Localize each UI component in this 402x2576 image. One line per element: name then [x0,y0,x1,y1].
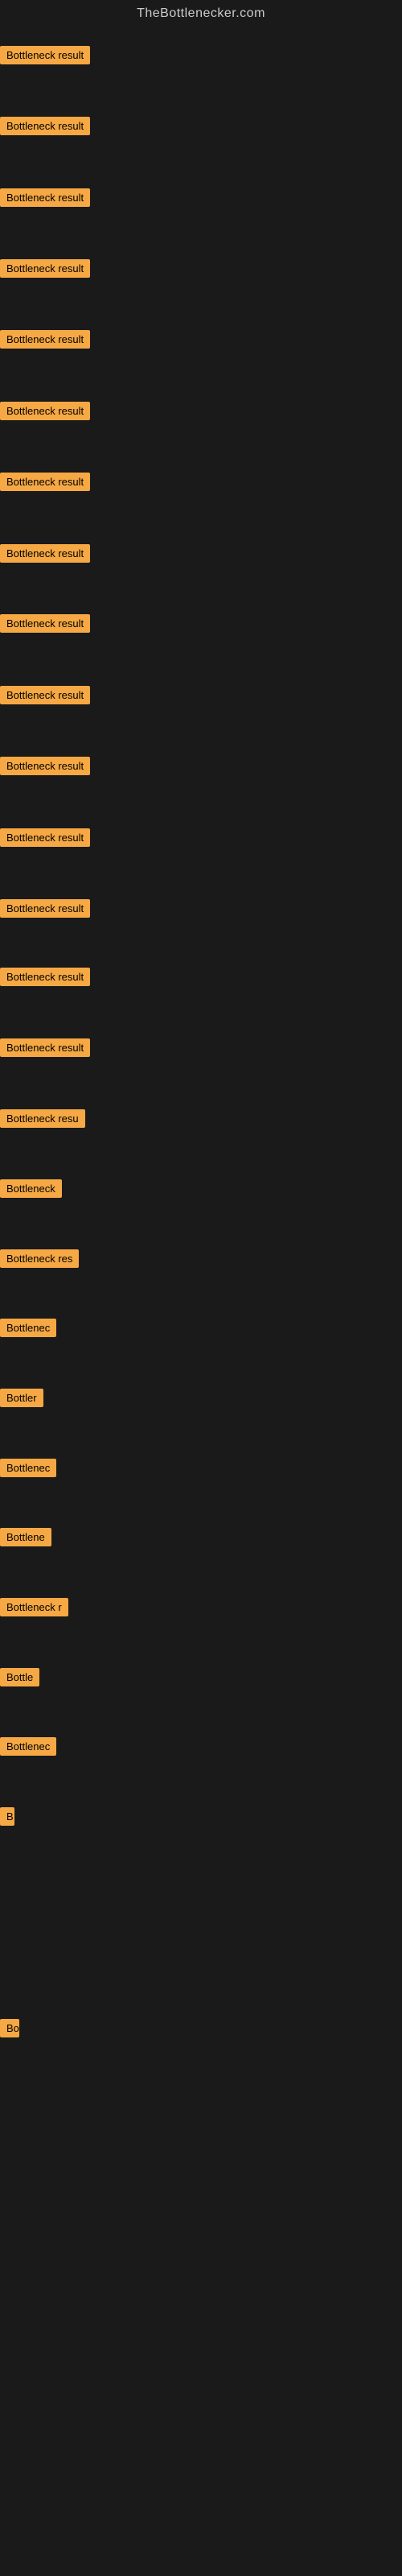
bottleneck-item: Bottleneck result [0,46,90,68]
bottleneck-badge[interactable]: Bottlenec [0,1459,56,1477]
bottleneck-badge[interactable]: Bottlenec [0,1737,56,1756]
bottleneck-badge[interactable]: Bottleneck result [0,473,90,491]
bottleneck-badge[interactable]: Bottleneck result [0,1038,90,1057]
site-title: TheBottlenecker.com [0,0,402,24]
bottleneck-badge[interactable]: Bottleneck result [0,544,90,563]
bottleneck-badge[interactable]: Bottleneck resu [0,1109,85,1128]
bottleneck-badge[interactable]: B [0,1807,14,1826]
bottleneck-badge[interactable]: Bottleneck result [0,188,90,207]
bottleneck-item: Bottleneck result [0,117,90,139]
bottleneck-badge[interactable]: Bottlene [0,1528,51,1546]
bottleneck-item: Bottleneck resu [0,1109,85,1132]
bottleneck-item: Bottleneck result [0,614,90,637]
bottleneck-badge[interactable]: Bottleneck result [0,117,90,135]
bottleneck-badge[interactable]: Bottleneck result [0,899,90,918]
bottleneck-item: Bottleneck result [0,544,90,567]
bottleneck-item: Bottlenec [0,1737,56,1760]
bottleneck-badge[interactable]: Bottleneck result [0,968,90,986]
bottleneck-badge[interactable]: Bottleneck res [0,1249,79,1268]
bottleneck-item: Bottleneck result [0,473,90,495]
bottleneck-badge[interactable]: Bottleneck result [0,259,90,278]
bottleneck-item: Bottlenec [0,1459,56,1481]
bottleneck-badge[interactable]: Bottleneck result [0,46,90,64]
bottleneck-badge[interactable]: Bottler [0,1389,43,1407]
bottleneck-item: Bottlenec [0,1319,56,1341]
bottleneck-item: Bottlene [0,1528,51,1550]
bottleneck-badge[interactable]: Bo [0,2019,19,2037]
bottleneck-item: Bottle [0,1668,39,1690]
bottleneck-item: Bottleneck result [0,259,90,282]
bottleneck-badge[interactable]: Bottle [0,1668,39,1686]
bottleneck-badge[interactable]: Bottleneck result [0,614,90,633]
bottleneck-badge[interactable]: Bottleneck result [0,757,90,775]
bottleneck-item: Bottleneck result [0,686,90,708]
bottleneck-badge[interactable]: Bottleneck [0,1179,62,1198]
bottleneck-badge[interactable]: Bottleneck result [0,402,90,420]
bottleneck-item: Bottleneck result [0,757,90,779]
bottleneck-item: Bottleneck result [0,968,90,990]
bottleneck-item: Bottleneck result [0,402,90,424]
bottleneck-badge[interactable]: Bottlenec [0,1319,56,1337]
bottleneck-badge[interactable]: Bottleneck result [0,330,90,349]
bottleneck-item: Bottleneck res [0,1249,79,1272]
bottleneck-item: B [0,1807,14,1830]
bottleneck-item: Bo [0,2019,19,2041]
bottleneck-item: Bottleneck result [0,188,90,211]
bottleneck-badge[interactable]: Bottleneck result [0,686,90,704]
bottleneck-badge[interactable]: Bottleneck result [0,828,90,847]
bottleneck-item: Bottleneck [0,1179,62,1202]
bottleneck-badge[interactable]: Bottleneck r [0,1598,68,1616]
bottleneck-item: Bottleneck result [0,1038,90,1061]
bottleneck-item: Bottleneck result [0,899,90,922]
bottleneck-item: Bottler [0,1389,43,1411]
bottleneck-item: Bottleneck result [0,330,90,353]
bottleneck-item: Bottleneck result [0,828,90,851]
bottleneck-item: Bottleneck r [0,1598,68,1620]
